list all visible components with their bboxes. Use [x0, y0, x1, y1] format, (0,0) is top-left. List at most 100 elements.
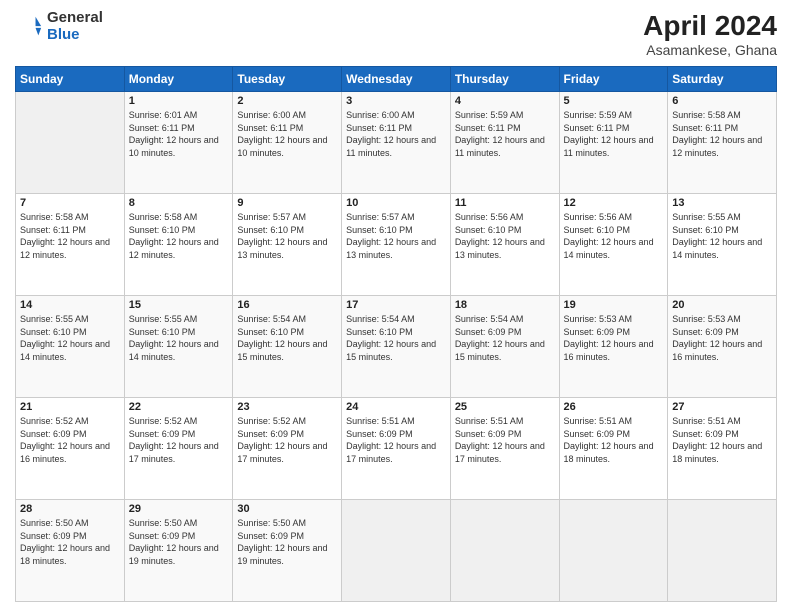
calendar-cell: 15 Sunrise: 5:55 AMSunset: 6:10 PMDayligh… — [124, 296, 233, 398]
calendar-cell — [450, 500, 559, 602]
calendar-cell: 6 Sunrise: 5:58 AMSunset: 6:11 PMDaylight… — [668, 92, 777, 194]
day-number: 28 — [20, 503, 120, 515]
day-info: Sunrise: 5:55 AMSunset: 6:10 PMDaylight:… — [672, 211, 772, 261]
calendar-week-3: 14 Sunrise: 5:55 AMSunset: 6:10 PMDayligh… — [16, 296, 777, 398]
day-info: Sunrise: 6:01 AMSunset: 6:11 PMDaylight:… — [129, 109, 229, 159]
day-info: Sunrise: 5:53 AMSunset: 6:09 PMDaylight:… — [672, 313, 772, 363]
calendar-cell: 16Sunrise: 5:54 AMSunset: 6:10 PMDayligh… — [233, 296, 342, 398]
day-number: 1 — [129, 95, 229, 107]
day-info: Sunrise: 5:56 AMSunset: 6:10 PMDaylight:… — [455, 211, 555, 261]
calendar-cell — [668, 500, 777, 602]
calendar-cell: 10 Sunrise: 5:57 AMSunset: 6:10 PMDayligh… — [342, 194, 451, 296]
calendar-cell: 17 Sunrise: 5:54 AMSunset: 6:10 PMDayligh… — [342, 296, 451, 398]
calendar-cell: 28 Sunrise: 5:50 AMSunset: 6:09 PMDayligh… — [16, 500, 125, 602]
column-header-monday: Monday — [124, 67, 233, 92]
logo-text: General Blue — [47, 10, 103, 43]
column-header-tuesday: Tuesday — [233, 67, 342, 92]
day-number: 2 — [237, 95, 337, 107]
calendar-cell: 8 Sunrise: 5:58 AMSunset: 6:10 PMDaylight… — [124, 194, 233, 296]
day-number: 17 — [346, 299, 446, 311]
calendar-week-2: 7 Sunrise: 5:58 AMSunset: 6:11 PMDaylight… — [16, 194, 777, 296]
day-number: 10 — [346, 197, 446, 209]
day-number: 18 — [455, 299, 555, 311]
calendar-cell: 7 Sunrise: 5:58 AMSunset: 6:11 PMDaylight… — [16, 194, 125, 296]
title-block: April 2024 Asamankese, Ghana — [643, 10, 777, 58]
day-info: Sunrise: 5:52 AMSunset: 6:09 PMDaylight:… — [129, 415, 229, 465]
calendar-cell: 3Sunrise: 6:00 AMSunset: 6:11 PMDaylight… — [342, 92, 451, 194]
day-number: 24 — [346, 401, 446, 413]
day-info: Sunrise: 5:55 AMSunset: 6:10 PMDaylight:… — [20, 313, 120, 363]
calendar-cell: 22 Sunrise: 5:52 AMSunset: 6:09 PMDayligh… — [124, 398, 233, 500]
day-number: 30 — [237, 503, 337, 515]
day-info: Sunrise: 5:53 AMSunset: 6:09 PMDaylight:… — [564, 313, 664, 363]
day-number: 23 — [237, 401, 337, 413]
calendar-week-5: 28 Sunrise: 5:50 AMSunset: 6:09 PMDayligh… — [16, 500, 777, 602]
day-number: 6 — [672, 95, 772, 107]
day-number: 29 — [129, 503, 229, 515]
day-info: Sunrise: 5:56 AMSunset: 6:10 PMDaylight:… — [564, 211, 664, 261]
day-info: Sunrise: 5:57 AMSunset: 6:10 PMDaylight:… — [346, 211, 446, 261]
calendar-cell: 5 Sunrise: 5:59 AMSunset: 6:11 PMDaylight… — [559, 92, 668, 194]
calendar-cell: 13 Sunrise: 5:55 AMSunset: 6:10 PMDayligh… — [668, 194, 777, 296]
day-info: Sunrise: 5:57 AMSunset: 6:10 PMDaylight:… — [237, 211, 337, 261]
day-number: 15 — [129, 299, 229, 311]
day-info: Sunrise: 5:59 AMSunset: 6:11 PMDaylight:… — [564, 109, 664, 159]
calendar-cell: 2 Sunrise: 6:00 AMSunset: 6:11 PMDaylight… — [233, 92, 342, 194]
calendar-cell: 1 Sunrise: 6:01 AMSunset: 6:11 PMDaylight… — [124, 92, 233, 194]
day-info: Sunrise: 5:52 AMSunset: 6:09 PMDaylight:… — [20, 415, 120, 465]
calendar-cell: 30Sunrise: 5:50 AMSunset: 6:09 PMDayligh… — [233, 500, 342, 602]
calendar-header-row: SundayMondayTuesdayWednesdayThursdayFrid… — [16, 67, 777, 92]
day-info: Sunrise: 5:54 AMSunset: 6:10 PMDaylight:… — [346, 313, 446, 363]
calendar-cell: 14 Sunrise: 5:55 AMSunset: 6:10 PMDayligh… — [16, 296, 125, 398]
column-header-sunday: Sunday — [16, 67, 125, 92]
column-header-friday: Friday — [559, 67, 668, 92]
day-info: Sunrise: 5:55 AMSunset: 6:10 PMDaylight:… — [129, 313, 229, 363]
day-info: Sunrise: 5:58 AMSunset: 6:10 PMDaylight:… — [129, 211, 229, 261]
day-number: 3 — [346, 95, 446, 107]
day-info: Sunrise: 5:59 AMSunset: 6:11 PMDaylight:… — [455, 109, 555, 159]
day-number: 14 — [20, 299, 120, 311]
logo: General Blue — [15, 10, 103, 43]
column-header-thursday: Thursday — [450, 67, 559, 92]
header: General Blue April 2024 Asamankese, Ghan… — [15, 10, 777, 58]
day-info: Sunrise: 5:58 AMSunset: 6:11 PMDaylight:… — [20, 211, 120, 261]
calendar-cell: 27Sunrise: 5:51 AMSunset: 6:09 PMDayligh… — [668, 398, 777, 500]
day-number: 8 — [129, 197, 229, 209]
calendar-cell — [559, 500, 668, 602]
column-header-wednesday: Wednesday — [342, 67, 451, 92]
calendar-cell: 18 Sunrise: 5:54 AMSunset: 6:09 PMDayligh… — [450, 296, 559, 398]
day-number: 11 — [455, 197, 555, 209]
calendar-cell: 29 Sunrise: 5:50 AMSunset: 6:09 PMDayligh… — [124, 500, 233, 602]
day-info: Sunrise: 5:58 AMSunset: 6:11 PMDaylight:… — [672, 109, 772, 159]
calendar-cell: 25Sunrise: 5:51 AMSunset: 6:09 PMDayligh… — [450, 398, 559, 500]
day-number: 5 — [564, 95, 664, 107]
calendar-cell: 12 Sunrise: 5:56 AMSunset: 6:10 PMDayligh… — [559, 194, 668, 296]
calendar-cell: 21Sunrise: 5:52 AMSunset: 6:09 PMDayligh… — [16, 398, 125, 500]
day-number: 9 — [237, 197, 337, 209]
page: General Blue April 2024 Asamankese, Ghan… — [0, 0, 792, 612]
month-year: April 2024 — [643, 10, 777, 42]
day-info: Sunrise: 6:00 AMSunset: 6:11 PMDaylight:… — [237, 109, 337, 159]
day-info: Sunrise: 5:51 AMSunset: 6:09 PMDaylight:… — [564, 415, 664, 465]
day-info: Sunrise: 5:54 AMSunset: 6:10 PMDaylight:… — [237, 313, 337, 363]
day-number: 27 — [672, 401, 772, 413]
day-number: 20 — [672, 299, 772, 311]
calendar-table: SundayMondayTuesdayWednesdayThursdayFrid… — [15, 66, 777, 602]
day-info: Sunrise: 5:54 AMSunset: 6:09 PMDaylight:… — [455, 313, 555, 363]
day-info: Sunrise: 5:50 AMSunset: 6:09 PMDaylight:… — [20, 517, 120, 567]
calendar-cell: 9 Sunrise: 5:57 AMSunset: 6:10 PMDaylight… — [233, 194, 342, 296]
location: Asamankese, Ghana — [643, 42, 777, 58]
calendar-cell: 26 Sunrise: 5:51 AMSunset: 6:09 PMDayligh… — [559, 398, 668, 500]
day-number: 12 — [564, 197, 664, 209]
day-number: 26 — [564, 401, 664, 413]
day-number: 22 — [129, 401, 229, 413]
calendar-cell: 19Sunrise: 5:53 AMSunset: 6:09 PMDayligh… — [559, 296, 668, 398]
calendar-cell: 11 Sunrise: 5:56 AMSunset: 6:10 PMDayligh… — [450, 194, 559, 296]
column-header-saturday: Saturday — [668, 67, 777, 92]
logo-blue: Blue — [47, 27, 103, 44]
day-number: 13 — [672, 197, 772, 209]
day-number: 7 — [20, 197, 120, 209]
calendar-cell: 20 Sunrise: 5:53 AMSunset: 6:09 PMDayligh… — [668, 296, 777, 398]
day-number: 4 — [455, 95, 555, 107]
day-info: Sunrise: 5:50 AMSunset: 6:09 PMDaylight:… — [129, 517, 229, 567]
